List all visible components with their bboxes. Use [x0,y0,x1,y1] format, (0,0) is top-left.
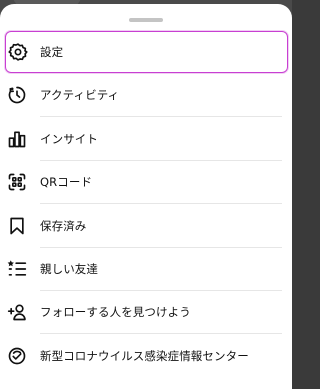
menu-item-qr-code[interactable]: QRコード [0,161,292,205]
add-person-icon [7,302,27,322]
menu-item-discover-people[interactable]: フォローする人を見つけよう [0,291,292,335]
menu-item-label: アクティビティ [40,88,120,103]
activity-clock-icon [7,85,27,105]
menu-item-insights[interactable]: インサイト [0,118,292,161]
close-friends-list-icon [7,259,27,279]
options-menu: 設定 アクティビティ インサイト QRコード 保存済み 親しい友達 フォローする… [0,31,292,378]
menu-item-label: フォローする人を見つけよう [40,305,191,320]
bottom-sheet: 設定 アクティビティ インサイト QRコード 保存済み 親しい友達 フォローする… [0,4,292,389]
menu-item-label: 新型コロナウイルス感染症情報センター [40,348,249,363]
bookmark-icon [7,216,27,236]
menu-item-settings[interactable]: 設定 [5,31,288,73]
qr-code-icon [7,172,27,192]
sheet-drag-handle[interactable] [129,18,163,22]
menu-item-label: 設定 [40,45,64,59]
menu-item-label: 保存済み [40,218,87,233]
menu-item-covid-info-center[interactable]: 新型コロナウイルス感染症情報センター [0,335,292,377]
menu-item-activity[interactable]: アクティビティ [0,74,292,118]
menu-item-label: 親しい友達 [40,261,98,276]
app-screen: 設定 アクティビティ インサイト QRコード 保存済み 親しい友達 フォローする… [0,0,292,389]
settings-gear-icon [8,42,28,62]
menu-item-saved[interactable]: 保存済み [0,205,292,248]
menu-item-label: QRコード [40,175,93,190]
menu-item-close-friends[interactable]: 親しい友達 [0,248,292,291]
menu-item-label: インサイト [40,131,98,146]
covid-info-icon [7,346,27,366]
insights-bar-chart-icon [7,129,27,149]
